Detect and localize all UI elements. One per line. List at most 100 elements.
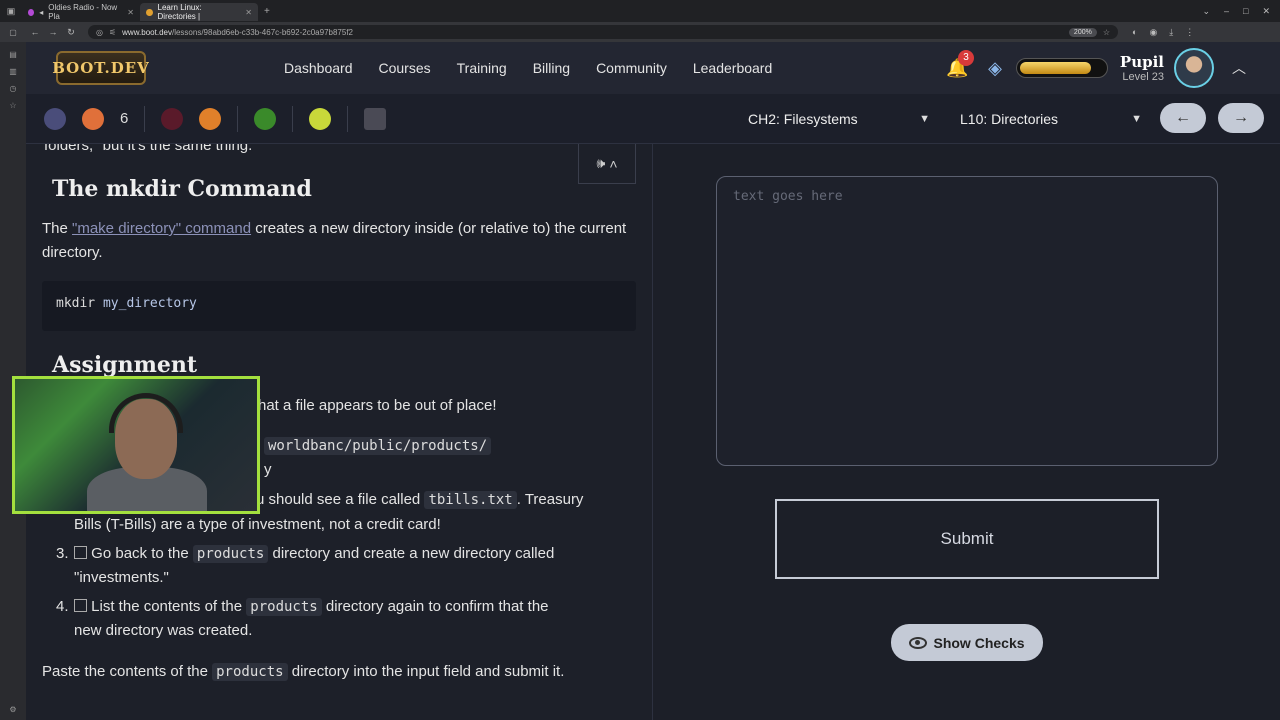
window-controls: ⌄ – □ ✕	[1202, 6, 1280, 17]
username: Pupil	[1119, 53, 1164, 71]
step-checkbox[interactable]	[74, 546, 88, 559]
speaker-icon: ◂	[39, 7, 44, 17]
divider	[144, 105, 146, 132]
notification-count-badge: 3	[958, 49, 975, 66]
nav-dashboard[interactable]: Dashboard	[284, 60, 353, 76]
lesson-select[interactable]: L10: Directories ▼	[948, 103, 1154, 135]
address-bar-row: ▢ ← → ↻ ◎ ⚟ www.boot.dev/lessons/98abd6e…	[0, 22, 1280, 42]
window-menu-icon[interactable]: ▣	[0, 6, 22, 17]
zoom-badge[interactable]: 200%	[1068, 27, 1097, 37]
reload-icon[interactable]: ↻	[62, 27, 80, 38]
potion-icon[interactable]	[309, 107, 332, 130]
code-command: mkdir	[56, 296, 96, 311]
app-header: BOOT.DEV Dashboard Courses Training Bill…	[26, 42, 1280, 94]
headphones-icon	[109, 393, 183, 433]
lesson-paragraph: The "make directory" command creates a n…	[42, 217, 632, 265]
nav-billing[interactable]: Billing	[533, 60, 570, 76]
divider	[347, 105, 349, 132]
profile-icon[interactable]: ◉	[1149, 27, 1157, 38]
chapter-select[interactable]: CH2: Filesystems ▼	[736, 103, 942, 135]
wand-icon[interactable]	[254, 107, 277, 130]
bootdev-logo[interactable]: BOOT.DEV	[52, 51, 149, 85]
treasure-chest-icon[interactable]: ◈	[988, 58, 1002, 79]
close-tab-icon[interactable]: ✕	[245, 8, 252, 17]
chapter-label: CH2: Filesystems	[748, 111, 858, 127]
section-heading: The mkdir Command	[52, 176, 312, 202]
bookmark-star-icon[interactable]: ☆	[1103, 28, 1110, 37]
previous-lesson-button[interactable]: ←	[1160, 103, 1206, 133]
chevron-down-icon: ▼	[919, 113, 930, 125]
nav-community[interactable]: Community	[596, 60, 667, 76]
xp-progress-fill	[1019, 62, 1092, 74]
menu-icon[interactable]: ⋮	[1185, 27, 1194, 38]
sidebar-reading-icon[interactable]: ▥	[9, 67, 17, 76]
close-tab-icon[interactable]: ✕	[127, 8, 134, 17]
step-number: 3.	[56, 545, 69, 562]
main-nav: Dashboard Courses Training Billing Commu…	[284, 60, 798, 76]
page-settings-icon[interactable]: ⚟	[109, 28, 116, 37]
chest-icon[interactable]	[364, 107, 387, 130]
tab-search-icon[interactable]: ⌄	[1202, 6, 1210, 17]
lesson-text: folders," but it's the same thing.	[44, 144, 253, 154]
next-lesson-button[interactable]: →	[1218, 103, 1264, 133]
armor-icon[interactable]	[44, 107, 66, 130]
maximize-icon[interactable]: □	[1243, 6, 1248, 17]
chevron-up-icon: ˄	[609, 155, 618, 172]
docs-link[interactable]: "make directory" command	[72, 220, 251, 237]
user-level: Level 23	[1122, 71, 1164, 83]
fire-icon[interactable]	[199, 107, 222, 130]
show-checks-button[interactable]: Show Checks	[891, 624, 1043, 661]
text: List the contents of the	[91, 598, 247, 615]
divider	[292, 105, 294, 132]
text: The	[42, 220, 73, 237]
inline-code: products	[212, 663, 288, 681]
radio-favicon-icon	[28, 8, 35, 16]
streak-orb-icon[interactable]	[82, 107, 104, 130]
sidebar-toggle-icon[interactable]: ▢	[0, 28, 26, 37]
chevron-up-icon[interactable]: ︿	[1232, 58, 1246, 78]
assignment-text: worldbanc/public/products/ y	[264, 434, 492, 482]
user-info[interactable]: Pupil Level 23	[1120, 53, 1164, 83]
new-tab-icon[interactable]: +	[258, 6, 276, 17]
forward-icon[interactable]: →	[44, 27, 62, 37]
dark-potion-icon[interactable]	[161, 107, 184, 130]
speaker-icon: 🕪	[596, 155, 606, 171]
chevron-down-icon: ▼	[1131, 113, 1142, 125]
close-window-icon[interactable]: ✕	[1262, 6, 1270, 17]
answer-input[interactable]	[716, 176, 1218, 466]
step-checkbox[interactable]	[74, 599, 88, 612]
sidebar-bookmarks-icon[interactable]: ☆	[9, 101, 16, 110]
inline-code: tbills.txt	[424, 491, 517, 509]
minimize-icon[interactable]: –	[1224, 6, 1229, 17]
back-icon[interactable]: ←	[26, 27, 44, 37]
nav-training[interactable]: Training	[457, 60, 507, 76]
url-field[interactable]: ◎ ⚟ www.boot.dev/lessons/98abd6eb-c33b-4…	[88, 25, 1118, 39]
notifications-bell-icon[interactable]: 🔔 3	[946, 49, 976, 79]
url-path: /lessons/98abd6eb-c33b-467c-b692-2c0a97b…	[171, 27, 353, 37]
extensions-icon[interactable]: ◐	[1132, 27, 1137, 38]
nav-leaderboard[interactable]: Leaderboard	[693, 60, 772, 76]
nav-courses[interactable]: Courses	[379, 60, 431, 76]
eye-icon	[909, 636, 928, 649]
tab-title: Learn Linux: Directories |	[157, 3, 202, 21]
lesson-label: L10: Directories	[960, 111, 1059, 127]
sidebar-settings-icon[interactable]: ⚙	[9, 705, 16, 714]
text: y	[264, 461, 272, 478]
sidebar-history-icon[interactable]: ◷	[10, 84, 17, 93]
browser-tab[interactable]: ◂ Oldies Radio - Now Pla ✕	[22, 3, 140, 21]
sidebar-tabs-icon[interactable]: ▤	[9, 50, 17, 59]
site-info-icon[interactable]: ◎	[96, 28, 103, 37]
text: directory again to confirm that the	[321, 598, 549, 615]
text: u should see a file called	[256, 491, 425, 508]
avatar[interactable]	[1174, 48, 1214, 88]
browser-tab-active[interactable]: Learn Linux: Directories | ✕	[140, 3, 258, 21]
inline-code: products	[192, 545, 269, 563]
inventory-items: 6	[36, 105, 394, 132]
webcam-overlay	[12, 376, 260, 514]
audio-toggle[interactable]: 🕪 ˄	[578, 144, 636, 184]
text: . Treasury	[516, 491, 584, 508]
submit-button[interactable]: Submit	[775, 499, 1159, 579]
item-count: 6	[120, 110, 129, 127]
assignment-heading: Assignment	[52, 352, 198, 378]
downloads-icon[interactable]: ⤓	[1169, 27, 1173, 38]
